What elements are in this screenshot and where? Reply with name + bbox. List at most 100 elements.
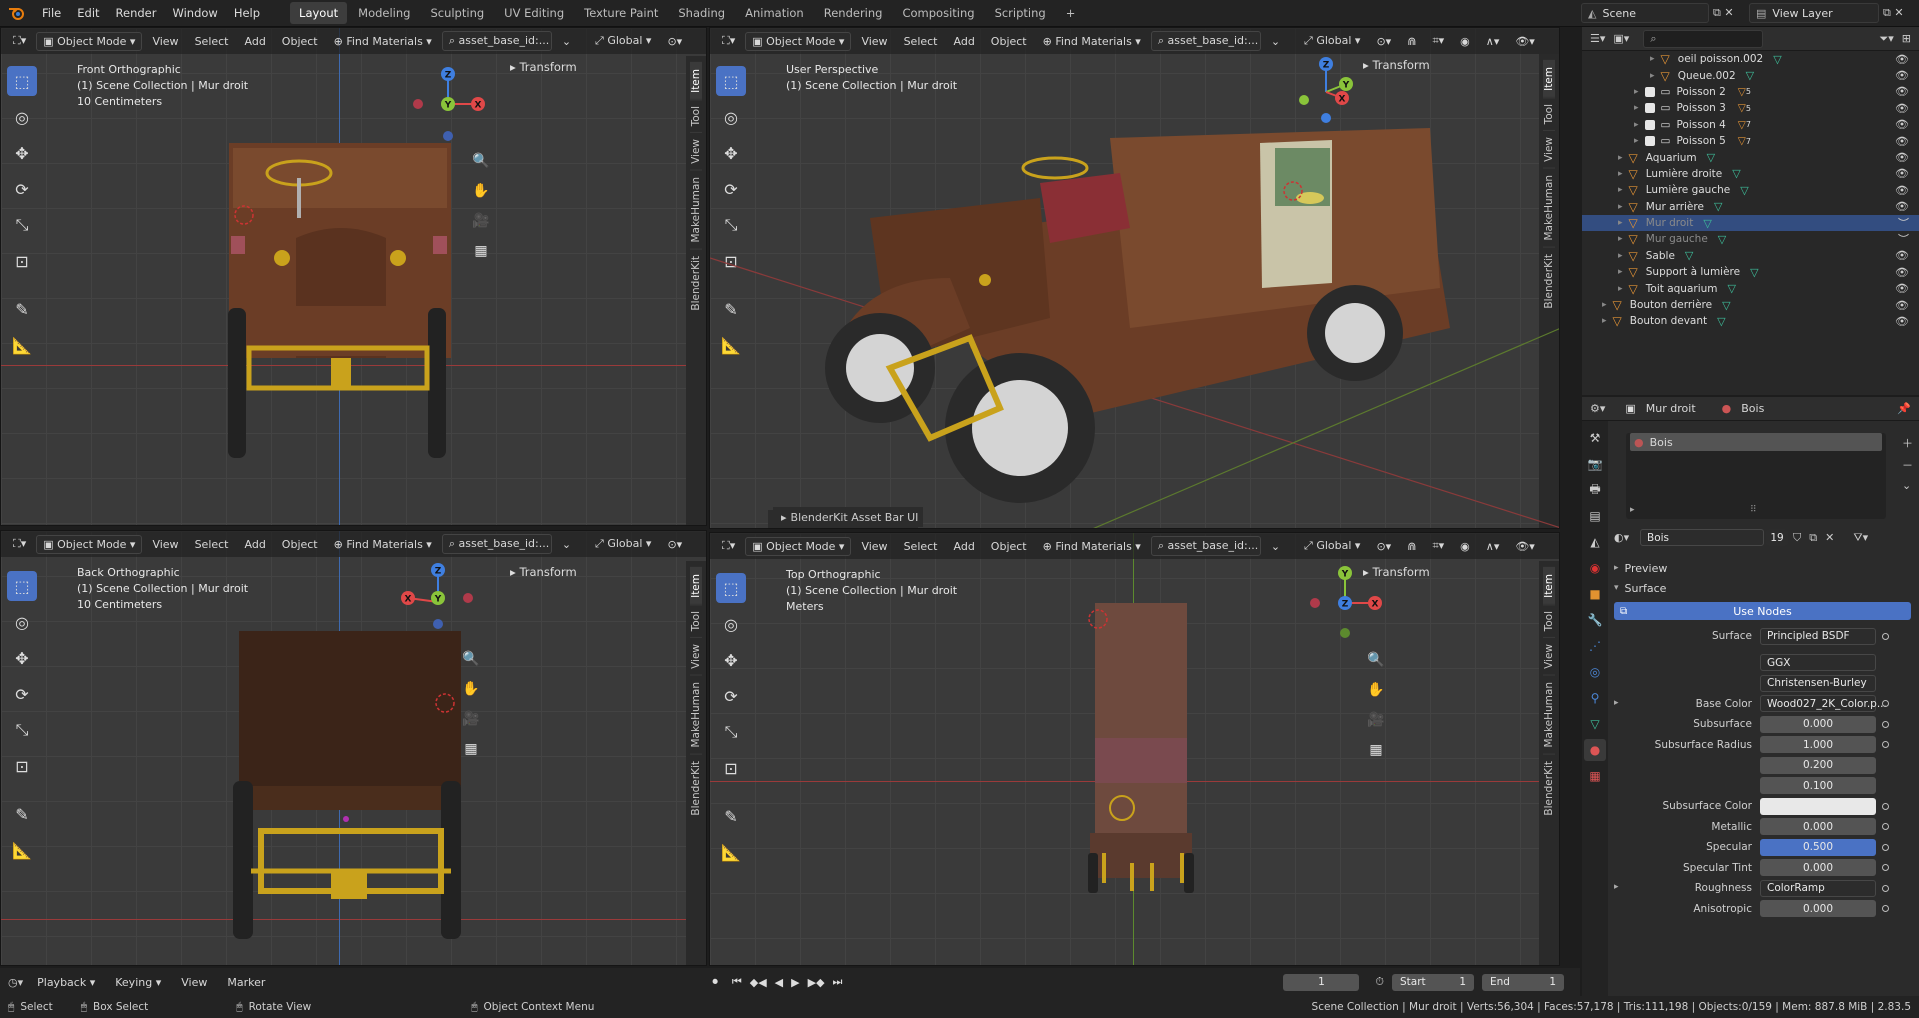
- visibility-eye-icon[interactable]: 👁: [1895, 299, 1909, 312]
- pivot-icon[interactable]: ⊙▾: [661, 33, 688, 50]
- workspace-tab-modeling[interactable]: Modeling: [349, 2, 419, 24]
- expand-arrow-icon[interactable]: ▸: [1634, 87, 1639, 97]
- asset-search-field[interactable]: ⌕ asset_base_id:...: [1150, 31, 1261, 51]
- visibility-eye-icon[interactable]: 👁: [1895, 102, 1909, 115]
- proportional-edit-icon[interactable]: ◉: [1454, 33, 1476, 50]
- view-layer-tab-icon[interactable]: ▤: [1584, 505, 1606, 527]
- pan-hand-icon[interactable]: ✋: [469, 179, 493, 203]
- menu-help[interactable]: Help: [226, 6, 268, 20]
- modifier-tab-icon[interactable]: 🔧: [1584, 609, 1606, 631]
- transform-icon[interactable]: ⊡: [716, 246, 746, 276]
- object-mode-dropdown[interactable]: ▣ Object Mode ▾: [36, 31, 143, 51]
- viewport-top[interactable]: ⛶▾ ▣ Object Mode ▾ View Select Add Object ⊕ Fi…: [709, 532, 1560, 966]
- collection-checkbox[interactable]: [1644, 103, 1655, 114]
- menu-object[interactable]: Object: [985, 33, 1033, 50]
- next-keyframe-icon[interactable]: ▶◆: [808, 976, 825, 989]
- blender-logo-icon[interactable]: [6, 2, 28, 24]
- menu-view[interactable]: View: [855, 33, 893, 50]
- expand-arrow-icon[interactable]: ▸: [1618, 202, 1623, 212]
- pan-hand-icon[interactable]: ✋: [1325, 167, 1349, 191]
- object-tab-icon[interactable]: ■: [1584, 583, 1606, 605]
- asset-search-field[interactable]: ⌕ asset_base_id:...: [441, 534, 552, 554]
- find-materials-button[interactable]: ⊕ Find Materials ▾: [328, 536, 438, 553]
- transform-panel-header[interactable]: ▸ Transform: [1363, 58, 1430, 72]
- world-tab-icon[interactable]: ◉: [1584, 557, 1606, 579]
- pivot-icon[interactable]: ⊙▾: [661, 536, 688, 553]
- add-slot-icon[interactable]: ＋: [1902, 435, 1913, 451]
- sidebar-tab-item[interactable]: Item: [690, 62, 702, 99]
- material-slot-list[interactable]: ● Bois ▸ ⠿: [1626, 433, 1886, 519]
- visibility-eye-icon[interactable]: 👁: [1895, 135, 1909, 148]
- render-tab-icon[interactable]: 📷: [1584, 453, 1606, 475]
- property-value-field[interactable]: ColorRamp: [1760, 879, 1876, 897]
- object-mode-dropdown[interactable]: ▣ Object Mode ▾: [745, 536, 852, 556]
- sidebar-tab-makehuman[interactable]: MakeHuman: [690, 675, 702, 754]
- link-socket-icon[interactable]: [1882, 632, 1889, 640]
- editor-type-icon[interactable]: ⛶▾: [7, 535, 32, 553]
- sidebar-tab-blenderkit[interactable]: BlenderKit: [1543, 246, 1555, 315]
- sidebar-tab-tool[interactable]: Tool: [690, 98, 702, 133]
- expand-arrow-icon[interactable]: ▸: [1634, 120, 1639, 130]
- physics-tab-icon[interactable]: ◎: [1584, 661, 1606, 683]
- collection-checkbox[interactable]: [1644, 136, 1655, 147]
- transform-icon[interactable]: ⊡: [7, 751, 37, 781]
- sidebar-tab-tool[interactable]: Tool: [690, 603, 702, 638]
- outliner-editor-icon[interactable]: ☰▾: [1590, 32, 1605, 45]
- outliner-row[interactable]: ▸ ▽ Lumière droite ▽ 👁: [1582, 166, 1919, 182]
- property-value-field[interactable]: Principled BSDF: [1760, 627, 1876, 645]
- rotate-icon[interactable]: ⟳: [7, 679, 37, 709]
- menu-window[interactable]: Window: [164, 6, 225, 20]
- rotate-icon[interactable]: ⟳: [7, 174, 37, 204]
- sidebar-tab-item[interactable]: Item: [1543, 567, 1555, 604]
- visibility-eye-icon[interactable]: 👁: [1895, 282, 1909, 295]
- cursor-icon[interactable]: ◎: [7, 607, 37, 637]
- editor-type-icon[interactable]: ⛶▾: [716, 32, 741, 50]
- menu-view[interactable]: View: [146, 33, 184, 50]
- visibility-eye-icon[interactable]: 👁: [1895, 85, 1909, 98]
- view-layer-selector[interactable]: ▤ View Layer: [1749, 3, 1879, 23]
- jump-end-icon[interactable]: ⏭: [833, 975, 843, 989]
- constraints-tab-icon[interactable]: ⚲: [1584, 687, 1606, 709]
- outliner-row[interactable]: ▸ ▽ Bouton devant ▽ 👁: [1582, 313, 1919, 329]
- output-tab-icon[interactable]: 🖶: [1584, 479, 1606, 501]
- sidebar-tab-item[interactable]: Item: [1543, 60, 1555, 97]
- expand-arrow-icon[interactable]: ▸: [1618, 218, 1623, 228]
- find-materials-button[interactable]: ⊕ Find Materials ▾: [1037, 538, 1147, 555]
- select-box-icon[interactable]: ⬚: [7, 66, 37, 96]
- move-icon[interactable]: ✥: [716, 138, 746, 168]
- expand-arrow-icon[interactable]: ▸: [1618, 234, 1623, 244]
- sidebar-tab-view[interactable]: View: [690, 637, 702, 676]
- outliner-search[interactable]: ⌕: [1643, 29, 1764, 48]
- sidebar-tab-makehuman[interactable]: MakeHuman: [1543, 675, 1555, 754]
- navigation-gizmo[interactable]: Z X Y: [408, 64, 488, 144]
- editor-type-icon[interactable]: ⛶▾: [7, 32, 32, 50]
- start-frame-field[interactable]: Start 1: [1392, 973, 1474, 991]
- view-layer-copy-icon[interactable]: ⧉ ✕: [1883, 6, 1919, 20]
- workspace-tab-texture-paint[interactable]: Texture Paint: [575, 2, 667, 24]
- link-socket-icon[interactable]: [1882, 823, 1889, 831]
- property-value-field[interactable]: 0.000: [1760, 859, 1876, 877]
- asset-filter-icon[interactable]: ⌄: [556, 536, 577, 553]
- link-socket-icon[interactable]: [1882, 864, 1889, 872]
- new-collection-icon[interactable]: ⊞: [1902, 32, 1911, 45]
- falloff-icon[interactable]: ∧▾: [1480, 33, 1506, 50]
- fake-user-icon[interactable]: ⛉: [1793, 531, 1801, 545]
- visibility-eye-icon[interactable]: 👁: [1895, 266, 1909, 279]
- menu-edit[interactable]: Edit: [69, 6, 107, 20]
- current-frame-field[interactable]: 1: [1283, 973, 1360, 991]
- visibility-eye-icon[interactable]: 👁: [1895, 69, 1909, 82]
- remove-slot-icon[interactable]: －: [1902, 457, 1913, 473]
- measure-icon[interactable]: 📐: [716, 837, 746, 867]
- outliner-row[interactable]: ▸ ▽ Support à lumière ▽ 👁: [1582, 264, 1919, 280]
- camera-icon[interactable]: 🎥: [1364, 708, 1388, 732]
- property-value-field[interactable]: 0.500: [1760, 838, 1876, 856]
- sidebar-tab-view[interactable]: View: [1543, 637, 1555, 676]
- sidebar-tab-blenderkit[interactable]: BlenderKit: [1543, 753, 1555, 822]
- end-frame-field[interactable]: End 1: [1482, 973, 1564, 991]
- link-socket-icon[interactable]: [1882, 741, 1889, 749]
- menu-select[interactable]: Select: [898, 33, 944, 50]
- transform-panel-header[interactable]: ▸ Transform: [510, 565, 577, 579]
- outliner-row[interactable]: ▸ ▽ Mur droit ▽ ︶: [1582, 214, 1919, 232]
- sidebar-tab-item[interactable]: Item: [690, 567, 702, 604]
- workspace-tab-rendering[interactable]: Rendering: [815, 2, 892, 24]
